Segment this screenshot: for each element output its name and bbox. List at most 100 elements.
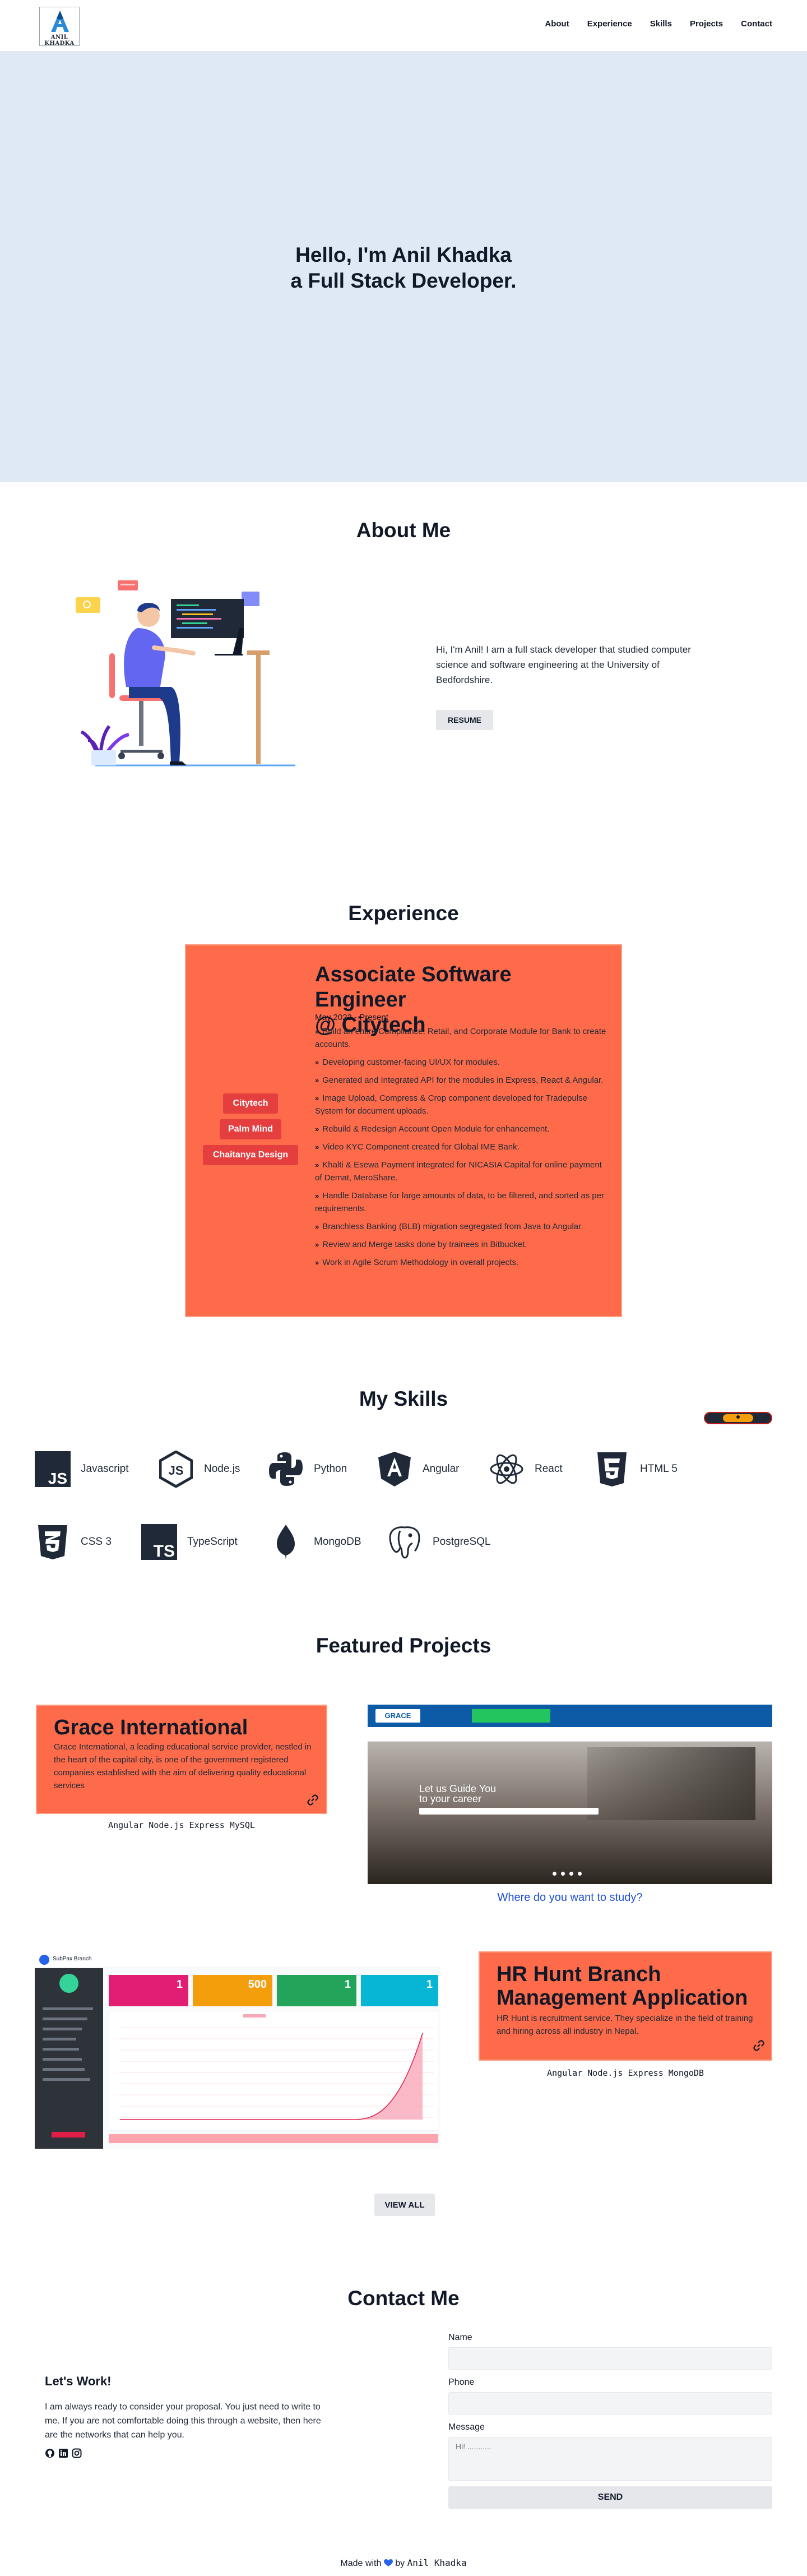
link-icon[interactable] <box>307 1794 318 1806</box>
skill-item: CSS 3 <box>35 1522 112 1562</box>
footer-prefix: Made with <box>340 2559 382 2568</box>
phone-input[interactable] <box>448 2392 772 2415</box>
skill-item: HTML 5 <box>594 1449 678 1489</box>
project-screenshot-grace[interactable]: GRACE Let us Guide You to your career <box>368 1705 772 1884</box>
about-text: Hi, I'm Anil! I am a full stack develope… <box>436 644 691 685</box>
contact-heading: Let's Work! <box>45 2374 112 2388</box>
experience-title: Experience <box>348 902 459 925</box>
social-links <box>45 2448 82 2458</box>
theme-toggle[interactable] <box>704 1412 772 1424</box>
js-icon: JS <box>35 1451 71 1488</box>
instagram-icon[interactable] <box>72 2448 82 2458</box>
typescript-icon: TS <box>141 1524 177 1561</box>
skill-item: TS TypeScript <box>141 1522 238 1562</box>
tab-citytech[interactable]: Citytech <box>223 1093 278 1114</box>
skill-label: Angular <box>423 1463 460 1475</box>
project-description: HR Hunt is recruitment service. They spe… <box>497 2014 753 2036</box>
chevron-double-right-icon: » <box>315 1058 319 1067</box>
skill-item: Python <box>268 1449 347 1489</box>
screenshot-table-bar <box>109 2134 438 2143</box>
chevron-double-right-icon: » <box>315 1258 319 1267</box>
project-tech-stack: Angular Node.js Express MySQL <box>108 1820 255 1830</box>
hero-section: Hello, I'm Anil Khadka a Full Stack Deve… <box>0 52 807 482</box>
svg-text:TS: TS <box>154 1542 175 1560</box>
chevron-double-right-icon: » <box>315 1143 319 1151</box>
project-tech-stack: Angular Node.js Express MongoDB <box>547 2068 704 2078</box>
toggle-pill <box>723 1414 753 1422</box>
skill-item: PostgreSQL <box>387 1522 491 1562</box>
screenshot-search <box>419 1808 599 1815</box>
mongodb-icon <box>268 1524 304 1561</box>
role-line-1: Associate Software Engineer <box>315 963 512 1012</box>
github-icon[interactable] <box>45 2448 55 2458</box>
experience-card: Citytech Palm Mind Chaitanya Design Asso… <box>185 944 622 1317</box>
tab-chaitanya-design[interactable]: Chaitanya Design <box>203 1145 298 1165</box>
message-label: Message <box>448 2422 485 2432</box>
resume-button[interactable]: RESUME <box>436 710 493 730</box>
nav-contact[interactable]: Contact <box>741 19 772 29</box>
nodejs-icon: JS <box>158 1451 194 1488</box>
stat-card: 500 <box>193 1975 272 2006</box>
skill-label: TypeScript <box>187 1536 238 1548</box>
list-item: » Generated and Integrated API for the mo… <box>315 1075 604 1085</box>
chevron-double-right-icon: » <box>315 1125 319 1133</box>
list-item: » Build an entire Compliance, Retail, and… <box>315 1027 606 1049</box>
chevron-double-right-icon: » <box>315 1222 319 1231</box>
footer-author[interactable]: Anil Khadka <box>407 2557 467 2568</box>
screenshot-headline: Let us Guide You to your career <box>419 1783 497 1804</box>
nav-about[interactable]: About <box>545 19 569 29</box>
about-title: About Me <box>356 519 451 542</box>
screenshot-banner <box>472 1709 550 1723</box>
screenshot-brand: SubPax Branch <box>53 1956 92 1962</box>
skill-label: HTML 5 <box>640 1463 678 1475</box>
skill-label: Node.js <box>204 1463 240 1475</box>
python-icon <box>268 1451 304 1488</box>
carousel-dots <box>553 1872 582 1876</box>
list-item: » Work in Agile Scrum Methodology in over… <box>315 1258 519 1267</box>
screenshot-brand: GRACE <box>375 1709 420 1723</box>
postgresql-icon <box>387 1524 423 1561</box>
linkedin-icon[interactable] <box>58 2448 68 2458</box>
nav-projects[interactable]: Projects <box>690 19 723 29</box>
screenshot-menu <box>368 1727 772 1742</box>
screenshot-line-chart <box>109 2011 438 2131</box>
view-all-button[interactable]: VIEW ALL <box>374 2194 435 2216</box>
footer: Made with by Anil Khadka <box>0 2557 807 2569</box>
screenshot-sidebar <box>35 1968 103 2149</box>
tab-palm-mind[interactable]: Palm Mind <box>220 1119 281 1139</box>
skill-label: PostgreSQL <box>433 1536 491 1548</box>
footer-by: by <box>395 2559 405 2568</box>
html5-icon <box>594 1451 630 1488</box>
list-item: » Review and Merge tasks done by trainees… <box>315 1240 527 1249</box>
list-item: » Handle Database for large amounts of da… <box>315 1191 605 1213</box>
list-item: » Image Upload, Compress & Crop component… <box>315 1093 587 1116</box>
nav-experience[interactable]: Experience <box>587 19 632 29</box>
skill-label: CSS 3 <box>81 1536 112 1548</box>
list-item: » Rebuild & Redesign Account Open Module … <box>315 1124 550 1134</box>
nav-skills[interactable]: Skills <box>650 19 672 29</box>
skill-item: MongoDB <box>268 1522 361 1562</box>
skill-item: JS Javascript <box>35 1449 129 1489</box>
link-icon[interactable] <box>753 2040 764 2051</box>
stat-card: 1 <box>109 1975 188 2006</box>
logo-text: ANIL KHADKA <box>44 34 75 47</box>
send-button[interactable]: SEND <box>448 2486 772 2509</box>
heart-icon <box>383 2559 393 2566</box>
project-screenshot-hrhunt[interactable]: SubPax Branch 1 500 1 1 <box>35 1951 440 2149</box>
experience-date: May 2022 - Present <box>315 1013 388 1022</box>
skill-label: MongoDB <box>314 1536 361 1548</box>
css3-icon <box>35 1524 71 1561</box>
project-description: Grace International, a leading education… <box>54 1742 312 1790</box>
chevron-double-right-icon: » <box>315 1094 319 1102</box>
phone-label: Phone <box>448 2378 475 2387</box>
hero-line-2: a Full Stack Developer. <box>290 269 517 292</box>
screenshot-caption: Where do you want to study? <box>497 1891 643 1904</box>
svg-text:JS: JS <box>48 1470 67 1487</box>
skill-item: Angular <box>377 1449 460 1489</box>
name-input[interactable] <box>448 2347 772 2370</box>
message-textarea[interactable] <box>448 2437 772 2481</box>
logo[interactable]: ANIL KHADKA <box>39 7 80 47</box>
skill-label: Python <box>314 1463 347 1475</box>
chevron-double-right-icon: » <box>315 1027 319 1036</box>
navbar: ANIL KHADKA About Experience Skills Proj… <box>0 0 807 52</box>
